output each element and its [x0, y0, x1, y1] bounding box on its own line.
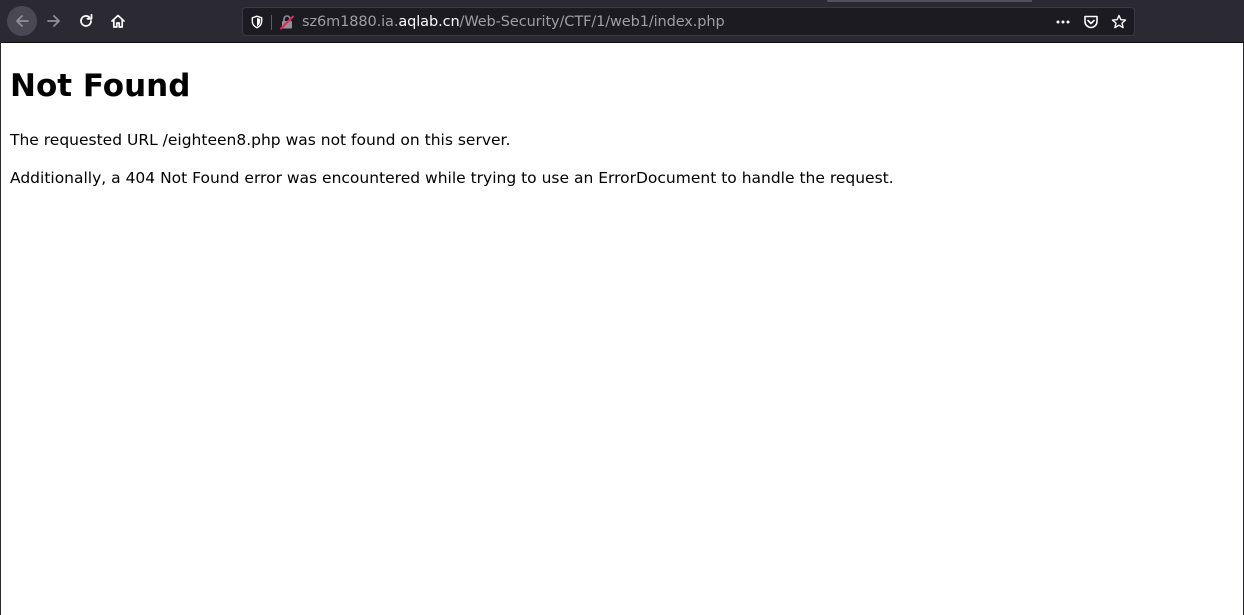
url-domain: aqlab.cn — [398, 14, 460, 30]
forward-arrow-icon — [47, 15, 60, 27]
browser-toolbar: sz6m1880.ia.aqlab.cn/Web-Security/CTF/1/… — [1, 0, 1244, 43]
page-title: Not Found — [10, 68, 191, 104]
url-path: /Web-Security/CTF/1/web1/index.php — [459, 14, 725, 30]
home-icon — [111, 14, 125, 28]
address-bar[interactable]: sz6m1880.ia.aqlab.cn/Web-Security/CTF/1/… — [242, 7, 1135, 36]
back-button[interactable] — [7, 6, 37, 36]
more-icon[interactable] — [1055, 14, 1071, 30]
urlbar-separator — [271, 15, 272, 30]
url-text[interactable]: sz6m1880.ia.aqlab.cn/Web-Security/CTF/1/… — [302, 13, 725, 31]
error-message: The requested URL /eighteen8.php was not… — [10, 131, 511, 149]
browser-window: sz6m1880.ia.aqlab.cn/Web-Security/CTF/1/… — [0, 0, 1244, 615]
insecure-lock-icon[interactable] — [279, 14, 295, 30]
forward-button[interactable] — [39, 6, 69, 36]
pocket-icon[interactable] — [1083, 14, 1099, 30]
url-prefix: sz6m1880.ia. — [302, 14, 399, 30]
reload-icon — [80, 13, 93, 27]
tab-strip-edge — [827, 0, 1032, 2]
bookmark-star-icon[interactable] — [1111, 14, 1127, 30]
home-button[interactable] — [103, 6, 133, 36]
back-arrow-icon — [16, 15, 29, 27]
page-content: Not Found The requested URL /eighteen8.p… — [1, 43, 1243, 615]
reload-button[interactable] — [71, 6, 101, 36]
error-document-message: Additionally, a 404 Not Found error was … — [10, 169, 894, 187]
shield-icon[interactable] — [249, 14, 265, 30]
